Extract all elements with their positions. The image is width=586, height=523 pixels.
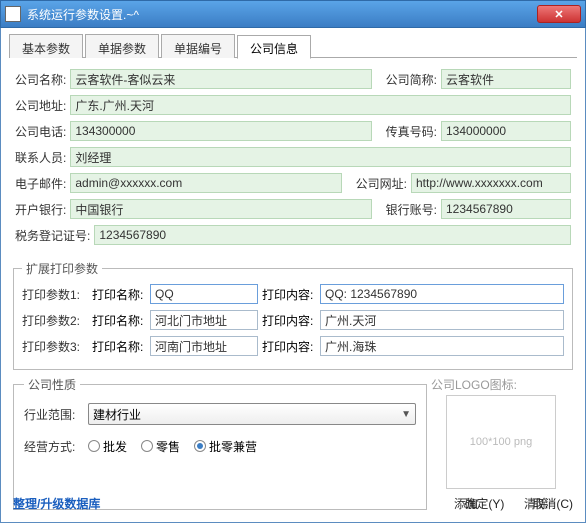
ext-content-label-3: 打印内容: <box>262 338 320 355</box>
chevron-down-icon: ▼ <box>401 409 411 420</box>
label-fax: 传真号码: <box>386 123 437 140</box>
company-nature: 公司性质 行业范围: 建材行业 ▼ 经营方式: 批发 零售 批零兼营 <box>13 376 427 510</box>
close-button[interactable]: ✕ <box>537 5 581 23</box>
input-contact[interactable] <box>70 147 571 167</box>
ext-name-label-2: 打印名称: <box>92 312 150 329</box>
ext-content-3[interactable] <box>320 336 564 356</box>
nature-legend: 公司性质 <box>24 376 80 393</box>
ext-name-label-3: 打印名称: <box>92 338 150 355</box>
window-body: 基本参数 单据参数 单据编号 公司信息 公司名称: 公司简称: 公司地址: 公司… <box>0 28 586 523</box>
input-bank[interactable] <box>70 199 371 219</box>
label-account: 银行账号: <box>386 201 437 218</box>
input-company-short[interactable] <box>441 69 571 89</box>
tab-doc-params[interactable]: 单据参数 <box>85 34 159 58</box>
mode-both[interactable]: 批零兼营 <box>194 438 257 455</box>
industry-select[interactable]: 建材行业 ▼ <box>88 403 416 425</box>
tab-bar: 基本参数 单据参数 单据编号 公司信息 <box>9 34 577 58</box>
label-contact: 联系人员: <box>15 149 66 166</box>
tab-basic[interactable]: 基本参数 <box>9 34 83 58</box>
logo-preview[interactable]: 100*100 png <box>446 395 556 489</box>
ext-name-3[interactable] <box>150 336 258 356</box>
ext-name-2[interactable] <box>150 310 258 330</box>
tab-doc-number[interactable]: 单据编号 <box>161 34 235 58</box>
label-email: 电子邮件: <box>15 175 66 192</box>
ext-legend: 扩展打印参数 <box>22 260 102 277</box>
industry-value: 建材行业 <box>93 406 141 423</box>
logo-area: 公司LOGO图标: 100*100 png 添加 清除 <box>431 376 571 512</box>
input-account[interactable] <box>441 199 571 219</box>
ext-content-2[interactable] <box>320 310 564 330</box>
ext-row2-label: 打印参数2: <box>22 312 84 329</box>
ext-row3-label: 打印参数3: <box>22 338 84 355</box>
ok-button[interactable]: 确定(Y) <box>464 495 504 512</box>
industry-label: 行业范围: <box>24 406 84 423</box>
input-email[interactable] <box>70 173 341 193</box>
label-bank: 开户银行: <box>15 201 66 218</box>
input-address[interactable] <box>70 95 571 115</box>
mode-label: 经营方式: <box>24 438 84 455</box>
label-phone: 公司电话: <box>15 123 66 140</box>
company-form: 公司名称: 公司简称: 公司地址: 公司电话: 传真号码: 联系人员: 电子邮件… <box>9 58 577 254</box>
footer: 整理/升级数据库 确定(Y) 取消(C) <box>13 495 573 512</box>
input-company-name[interactable] <box>70 69 371 89</box>
logo-label: 公司LOGO图标: <box>431 376 571 393</box>
input-website[interactable] <box>411 173 571 193</box>
mode-radio-group: 批发 零售 批零兼营 <box>88 438 257 455</box>
titlebar: 系统运行参数设置.~^ ✕ <box>0 0 586 28</box>
label-website: 公司网址: <box>356 175 407 192</box>
ext-row1-label: 打印参数1: <box>22 286 84 303</box>
ext-content-label-1: 打印内容: <box>262 286 320 303</box>
tab-company-info[interactable]: 公司信息 <box>237 35 311 59</box>
mode-wholesale[interactable]: 批发 <box>88 438 127 455</box>
label-address: 公司地址: <box>15 97 66 114</box>
window-title: 系统运行参数设置.~^ <box>27 6 537 23</box>
label-company-short: 公司简称: <box>386 71 437 88</box>
ext-print-params: 扩展打印参数 打印参数1: 打印名称: 打印内容: 打印参数2: 打印名称: 打… <box>13 260 573 370</box>
label-company-name: 公司名称: <box>15 71 66 88</box>
ext-content-label-2: 打印内容: <box>262 312 320 329</box>
ext-name-label-1: 打印名称: <box>92 286 150 303</box>
ext-name-1[interactable] <box>150 284 258 304</box>
db-upgrade-link[interactable]: 整理/升级数据库 <box>13 495 100 512</box>
mode-retail[interactable]: 零售 <box>141 438 180 455</box>
ext-content-1[interactable] <box>320 284 564 304</box>
input-phone[interactable] <box>70 121 371 141</box>
input-fax[interactable] <box>441 121 571 141</box>
cancel-button[interactable]: 取消(C) <box>532 495 573 512</box>
app-icon <box>5 6 21 22</box>
label-taxreg: 税务登记证号: <box>15 227 90 244</box>
input-taxreg[interactable] <box>94 225 571 245</box>
